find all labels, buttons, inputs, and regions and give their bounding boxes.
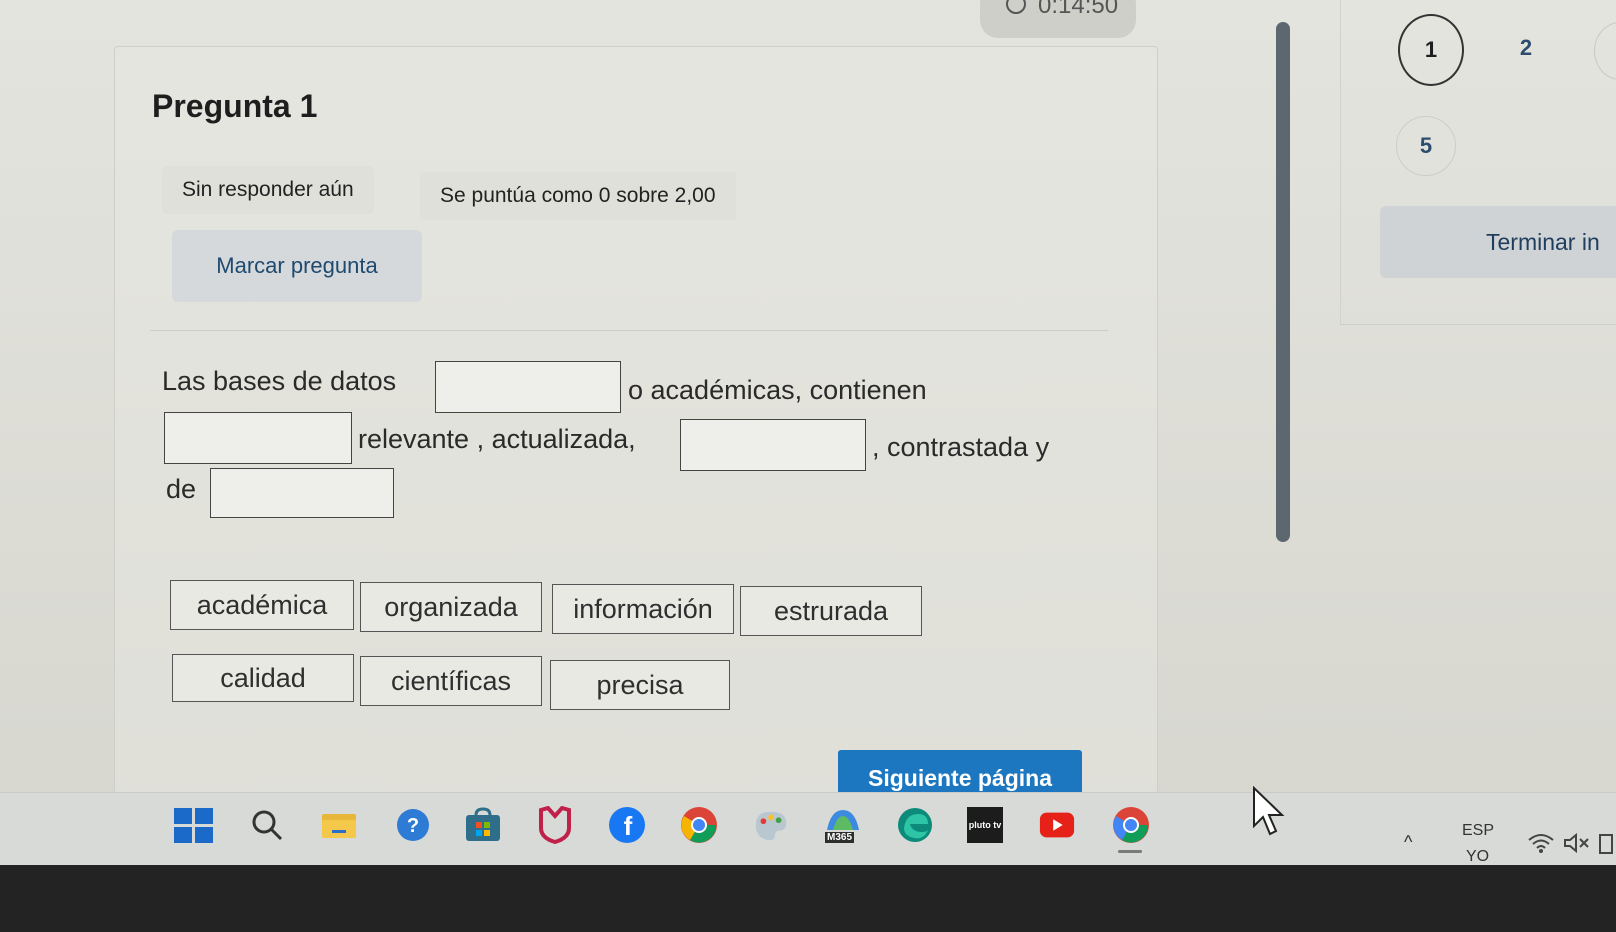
m365-icon[interactable]: M365	[824, 806, 862, 844]
drag-option-cientificas[interactable]: científicas	[360, 656, 542, 706]
question-title: Pregunta 1	[152, 88, 318, 124]
nav-question-partial[interactable]	[1594, 22, 1616, 80]
chrome-icon[interactable]	[680, 806, 718, 844]
file-explorer-icon[interactable]	[320, 806, 358, 844]
status-badge: Sin responder aún	[162, 166, 374, 214]
drag-option-calidad[interactable]: calidad	[172, 654, 354, 702]
drop-zone-4[interactable]	[210, 468, 394, 518]
youtube-icon[interactable]	[1038, 806, 1076, 844]
screen: 0:14:50 Pregunta 1 Sin responder aún Se …	[0, 0, 1616, 866]
facebook-icon[interactable]: f	[608, 806, 646, 844]
paint-icon[interactable]	[752, 806, 790, 844]
drop-zone-1[interactable]	[435, 361, 621, 413]
pluto-tv-label: pluto tv	[967, 807, 1003, 843]
scrollbar[interactable]	[1276, 22, 1290, 542]
store-icon[interactable]	[464, 806, 502, 844]
drag-option-precisa[interactable]: precisa	[550, 660, 730, 710]
nav-question-2[interactable]: 2	[1496, 18, 1556, 78]
timer: 0:14:50	[980, 0, 1136, 38]
nav-panel-border	[1340, 0, 1341, 324]
wifi-icon[interactable]	[1526, 828, 1556, 858]
search-icon[interactable]	[248, 806, 286, 844]
tray-overflow-chevron[interactable]: ^	[1404, 832, 1412, 853]
active-app-indicator	[1118, 850, 1142, 853]
volume-muted-icon[interactable]	[1562, 828, 1592, 858]
timer-text: 0:14:50	[1038, 0, 1119, 19]
svg-text:?: ?	[407, 815, 419, 837]
battery-icon[interactable]	[1596, 828, 1616, 858]
score-badge: Se puntúa como 0 sobre 2,00	[420, 172, 736, 220]
pluto-tv-icon[interactable]: pluto tv	[966, 806, 1004, 844]
monitor-bezel	[0, 865, 1616, 932]
divider	[150, 330, 1108, 331]
m365-label: M365	[825, 832, 855, 843]
question-text-2: o académicas, contienen	[628, 375, 927, 405]
nav-question-5[interactable]: 5	[1396, 116, 1456, 176]
finish-attempt-button[interactable]: Terminar in	[1380, 206, 1616, 278]
drag-option-informacion[interactable]: información	[552, 584, 734, 634]
mouse-cursor-icon	[1252, 785, 1286, 843]
taskbar	[0, 792, 1616, 866]
clock-icon	[1006, 0, 1026, 14]
nav-question-1[interactable]: 1	[1398, 14, 1464, 86]
language-layout[interactable]: YO	[1466, 848, 1489, 866]
language-code[interactable]: ESP	[1462, 822, 1494, 840]
svg-text:f: f	[624, 811, 633, 841]
drop-zone-3[interactable]	[680, 419, 866, 471]
question-text-3: relevante , actualizada,	[358, 424, 636, 454]
question-text-5: de	[166, 474, 197, 504]
shield-icon[interactable]	[536, 806, 574, 844]
question-text-4: , contrastada y	[872, 432, 1050, 462]
flag-question-button[interactable]: Marcar pregunta	[172, 230, 422, 302]
question-text-1: Las bases de datos	[162, 366, 397, 396]
windows-start-icon[interactable]	[173, 806, 213, 844]
drag-option-academica[interactable]: académica	[170, 580, 354, 630]
drag-option-estrurada[interactable]: estrurada	[740, 586, 922, 636]
drop-zone-2[interactable]	[164, 412, 352, 464]
drag-option-organizada[interactable]: organizada	[360, 582, 542, 632]
chrome-alt-icon[interactable]	[1112, 806, 1150, 844]
edge-icon[interactable]	[896, 806, 934, 844]
nav-panel-divider	[1340, 324, 1616, 325]
help-icon[interactable]: ?	[394, 806, 432, 844]
